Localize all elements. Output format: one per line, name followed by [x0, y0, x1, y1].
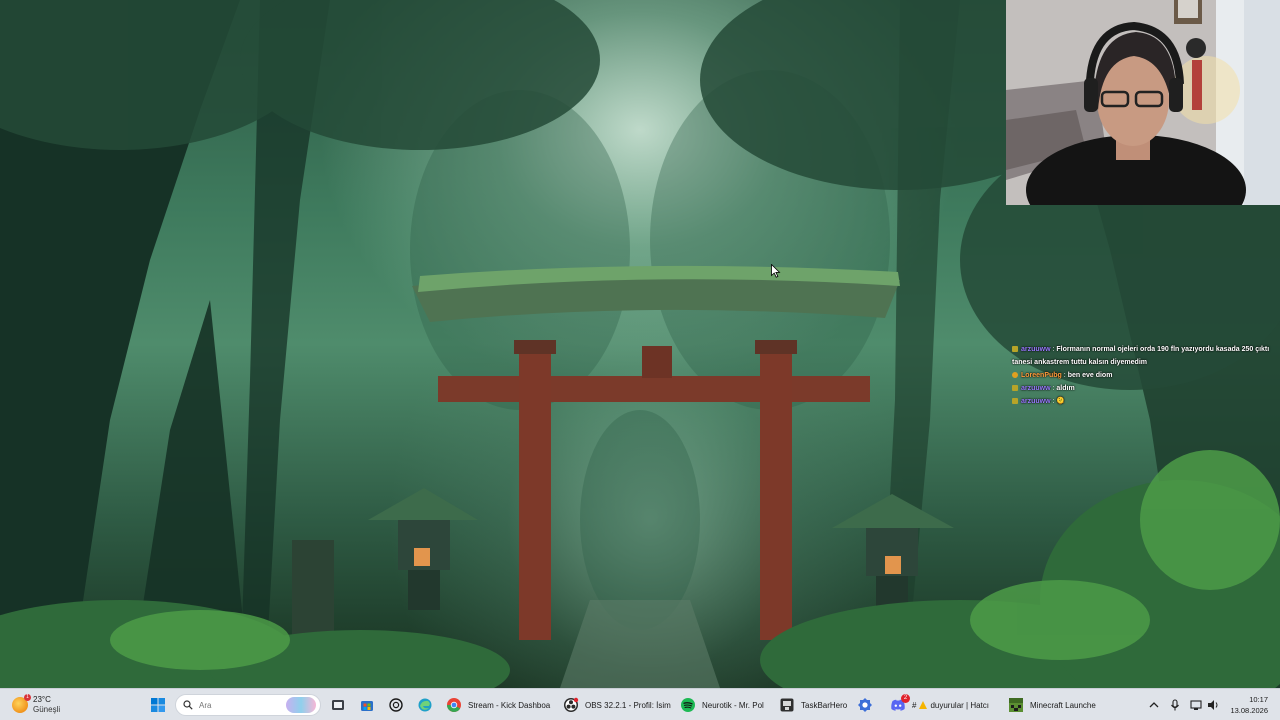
clock-time: 10:17	[1249, 695, 1268, 704]
taskbar-app-label: Neurotik - Mr. Pol	[702, 700, 764, 710]
chat-username: arzuuww	[1021, 385, 1051, 392]
webcam-overlay	[1006, 0, 1280, 205]
taskbar-app-discord-window[interactable]: # duyurular | Hatcı	[912, 693, 1002, 717]
taskbar-app-taskbarhero[interactable]: TaskBarHero	[779, 693, 855, 717]
weather-condition: Güneşli	[33, 705, 61, 714]
search-highlight-icon	[286, 697, 316, 713]
search-icon	[183, 700, 193, 710]
taskbar-app-minecraft[interactable]: Minecraft Launche	[1008, 693, 1104, 717]
search-input[interactable]	[199, 700, 279, 710]
system-clock[interactable]: 10:17 13.08.2026	[1230, 694, 1268, 716]
chat-overlay: arzuuww : Flormanın normal ojeleri orda …	[1012, 343, 1278, 408]
taskbar-app-label: #	[912, 700, 917, 710]
chat-message: arzuuww : 🫠	[1012, 395, 1278, 408]
taskbar-app-settings[interactable]	[857, 693, 875, 717]
chatgpt-button[interactable]	[388, 693, 406, 717]
taskbar-app-label: OBS 32.2.1 - Profil: İsim	[585, 700, 671, 710]
volume-icon[interactable]	[1206, 698, 1220, 712]
chat-text: aldım	[1056, 385, 1075, 392]
chevron-up-icon[interactable]	[1147, 698, 1161, 712]
taskbar-app-label: duyurular | Hatcı	[930, 700, 989, 710]
chatgpt-icon	[389, 698, 403, 712]
taskbar-app-discord[interactable]: 2	[890, 693, 914, 717]
edge-icon	[418, 698, 432, 712]
taskbar-app-label: TaskBarHero	[801, 700, 848, 710]
chat-message: arzuuww : aldım	[1012, 382, 1278, 395]
obs-icon	[564, 697, 579, 712]
chat-badge-icon	[1012, 345, 1018, 352]
sun-icon: 1	[12, 694, 31, 713]
microphone-icon[interactable]	[1168, 698, 1182, 712]
task-view-button[interactable]	[330, 693, 348, 717]
minecraft-icon	[1009, 698, 1023, 712]
network-icon[interactable]	[1189, 698, 1203, 712]
taskbar: 1 23°C Güneşli Ara Stream - Kick Dashboa…	[0, 688, 1280, 720]
chat-username: arzuuww	[1021, 346, 1051, 353]
chat-text: ben eve diom	[1067, 372, 1113, 379]
edge-button[interactable]	[417, 693, 435, 717]
weather-widget[interactable]: 1 23°C Güneşli	[12, 693, 92, 717]
taskbar-search[interactable]	[175, 694, 321, 716]
chat-username: LoreenPubg	[1021, 372, 1062, 379]
taskbar-app-label: Stream - Kick Dashboa	[468, 700, 551, 710]
discord-notification-badge: 2	[901, 694, 910, 703]
taskbar-app-spotify[interactable]: Neurotik - Mr. Pol	[680, 693, 772, 717]
start-button[interactable]	[150, 693, 168, 717]
store-button[interactable]	[359, 693, 377, 717]
taskbar-app-label: Minecraft Launche	[1030, 700, 1096, 710]
mouse-cursor-icon	[771, 264, 781, 278]
chat-badge-icon	[1012, 371, 1018, 378]
taskbarhero-icon	[780, 698, 794, 712]
task-view-icon	[332, 700, 344, 710]
chat-text: Flormanın normal ojeleri orda 190 fln ya…	[1012, 346, 1270, 366]
microsoft-store-icon	[361, 701, 373, 711]
chat-username: arzuuww	[1021, 398, 1051, 405]
taskbar-app-chrome[interactable]: Stream - Kick Dashboa	[446, 693, 556, 717]
weather-temperature: 23°C	[33, 695, 51, 704]
chat-badge-icon	[1012, 397, 1018, 404]
chrome-icon	[447, 698, 461, 712]
chat-message: LoreenPubg : ben eve diom	[1012, 369, 1278, 382]
taskbar-app-obs[interactable]: OBS 32.2.1 - Profil: İsim	[563, 693, 675, 717]
spotify-icon	[681, 698, 695, 712]
gear-app-icon	[858, 698, 872, 712]
windows-logo-icon	[151, 698, 165, 712]
chat-badge-icon	[1012, 384, 1018, 391]
notification-badge: 1	[24, 694, 31, 701]
discord-channel-icon	[919, 701, 928, 709]
webcam-scene	[1006, 0, 1280, 205]
chat-message: arzuuww : Flormanın normal ojeleri orda …	[1012, 345, 1270, 366]
clock-date: 13.08.2026	[1230, 706, 1268, 715]
chat-text: 🫠	[1056, 398, 1066, 405]
